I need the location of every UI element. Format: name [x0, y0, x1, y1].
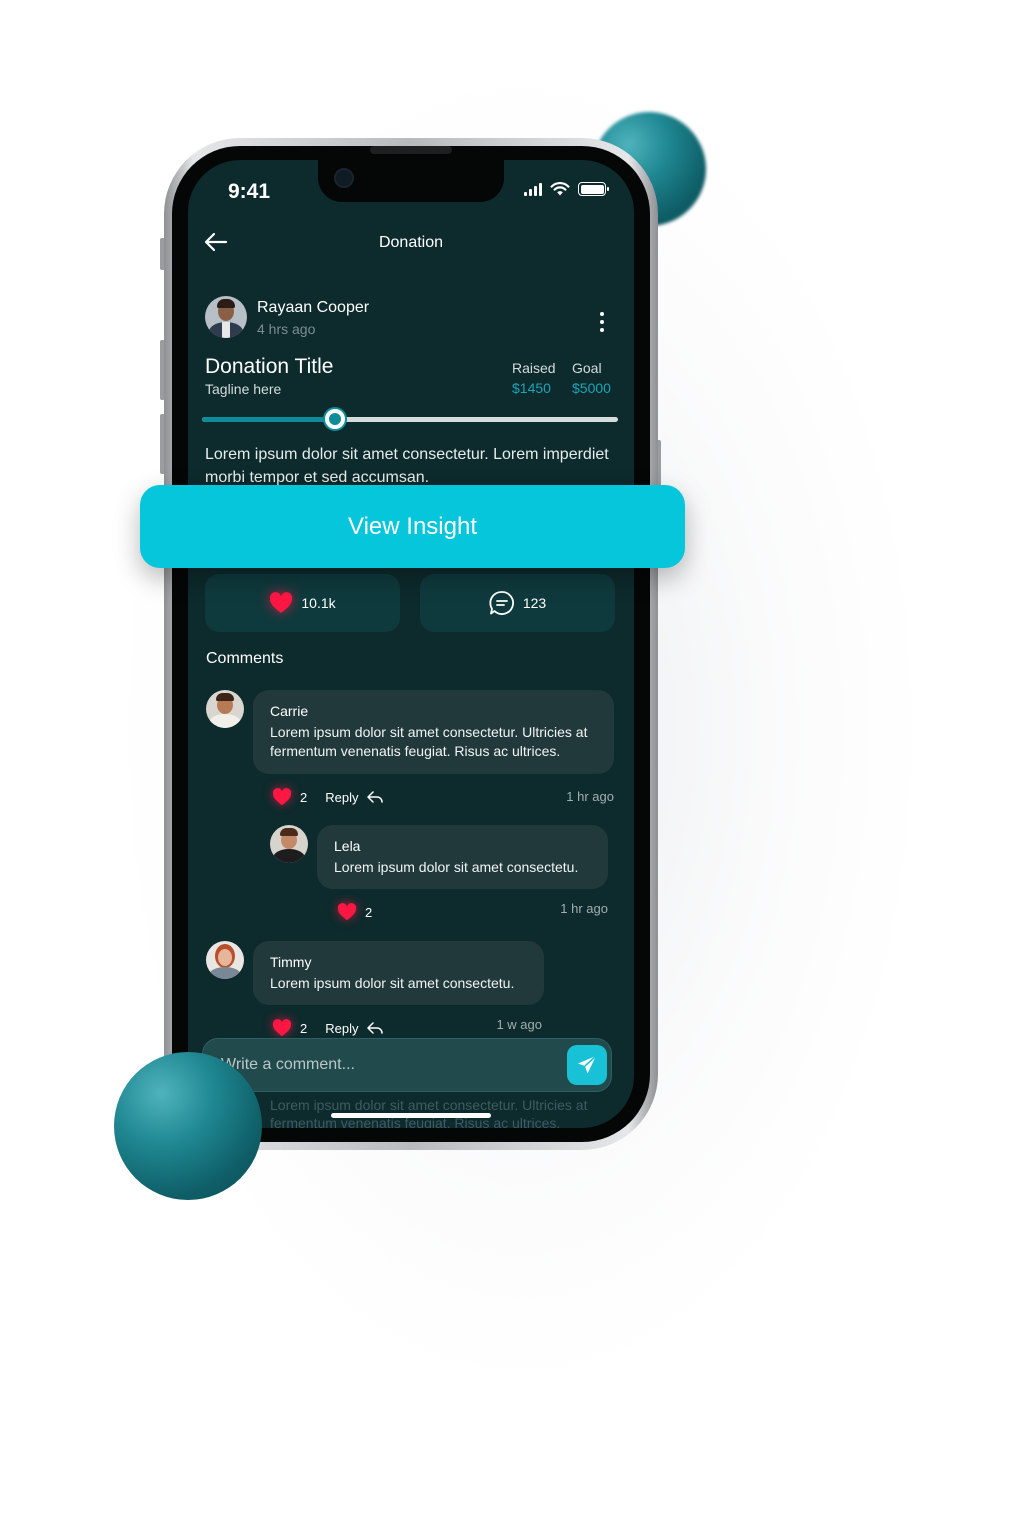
- likes-count: 10.1k: [301, 595, 336, 611]
- reply-button[interactable]: Reply: [325, 790, 384, 805]
- comment-input[interactable]: [221, 1053, 551, 1077]
- comment-composer: [202, 1038, 612, 1092]
- battery-icon: [578, 182, 609, 196]
- commenter-avatar[interactable]: [206, 941, 244, 979]
- decorative-sphere-bottom: [114, 1052, 262, 1200]
- wifi-icon: [550, 182, 570, 196]
- scrolled-comment-text: Lorem ipsum dolor sit amet consectetur. …: [270, 1097, 588, 1128]
- author-avatar[interactable]: [205, 296, 247, 338]
- progress-knob[interactable]: [325, 409, 346, 429]
- send-button[interactable]: [567, 1045, 607, 1085]
- signal-icon: [524, 182, 542, 196]
- comment-text: Lorem ipsum dolor sit amet consectetu.: [270, 975, 515, 991]
- comment-bubble: Timmy Lorem ipsum dolor sit amet consect…: [253, 941, 544, 1005]
- donation-description: Lorem ipsum dolor sit amet consectetur. …: [205, 446, 609, 486]
- reply-label: Reply: [325, 789, 359, 805]
- goal-value: $5000: [572, 380, 611, 396]
- donation-tagline: Tagline here: [205, 381, 282, 397]
- progress-fill: [202, 417, 336, 422]
- status-icons: [524, 182, 609, 196]
- comments-button[interactable]: 123: [420, 574, 615, 632]
- more-options-icon[interactable]: [596, 312, 608, 334]
- like-button[interactable]: 10.1k: [205, 574, 400, 632]
- camera-icon: [334, 168, 354, 188]
- comments-heading: Comments: [206, 650, 284, 667]
- comment-time: 1 w ago: [496, 1017, 542, 1032]
- earpiece-speaker: [370, 146, 452, 154]
- reply-label: Reply: [325, 1020, 359, 1036]
- comments-count: 123: [522, 595, 547, 611]
- raised-label: Raised: [512, 360, 556, 376]
- send-icon: [578, 1055, 597, 1074]
- commenter-name[interactable]: Lela: [334, 837, 591, 856]
- commenter-avatar[interactable]: [270, 825, 308, 863]
- heart-icon: [270, 592, 293, 613]
- comment-text: Lorem ipsum dolor sit amet consectetur. …: [270, 724, 588, 759]
- app-screen: 9:41 Donation Rayaan Cooper 4 hrs ago Do…: [188, 160, 634, 1128]
- status-time: 9:41: [228, 180, 271, 203]
- home-indicator[interactable]: [331, 1113, 491, 1118]
- heart-icon[interactable]: [337, 903, 357, 921]
- view-insight-button[interactable]: View Insight: [140, 485, 685, 568]
- reply-icon: [367, 791, 384, 803]
- comment-actions: 2 Reply: [272, 1019, 384, 1037]
- commenter-name[interactable]: Carrie: [270, 702, 597, 721]
- donation-progress-bar: [202, 409, 618, 429]
- comment-like-count: 2: [300, 789, 308, 805]
- page-title: Donation: [378, 234, 444, 251]
- donation-title: Donation Title: [205, 355, 334, 378]
- reply-icon: [367, 1022, 384, 1034]
- comment-like-count: 2: [300, 1020, 308, 1036]
- comment-like-count: 2: [365, 904, 373, 920]
- comment-icon: [489, 591, 514, 615]
- commenter-name[interactable]: Timmy: [270, 953, 527, 972]
- comment-actions: 2: [337, 903, 372, 921]
- comment-actions: 2 Reply: [272, 788, 384, 806]
- comment-bubble: Carrie Lorem ipsum dolor sit amet consec…: [253, 690, 614, 774]
- heart-icon[interactable]: [272, 1019, 292, 1037]
- author-name[interactable]: Rayaan Cooper: [257, 299, 369, 317]
- comment-text: Lorem ipsum dolor sit amet consectetu.: [334, 859, 579, 875]
- heart-icon[interactable]: [272, 788, 292, 806]
- comment-time: 1 hr ago: [560, 901, 608, 916]
- comment-bubble: Lela Lorem ipsum dolor sit amet consecte…: [317, 825, 608, 889]
- goal-label: Goal: [572, 360, 602, 376]
- raised-value: $1450: [512, 380, 551, 396]
- post-time: 4 hrs ago: [257, 321, 316, 337]
- comment-time: 1 hr ago: [566, 789, 614, 804]
- reply-button[interactable]: Reply: [325, 1021, 384, 1036]
- commenter-avatar[interactable]: [206, 690, 244, 728]
